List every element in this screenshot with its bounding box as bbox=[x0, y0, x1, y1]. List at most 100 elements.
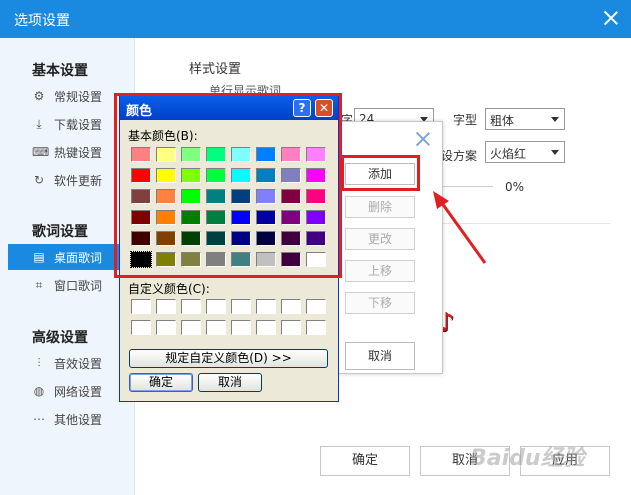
sidebar-item-general[interactable]: ⚙ 常规设置 bbox=[8, 83, 135, 109]
color-swatch[interactable] bbox=[131, 231, 151, 246]
color-swatch[interactable] bbox=[156, 168, 176, 183]
color-swatch[interactable] bbox=[130, 251, 152, 268]
scheme-value: 火焰红 bbox=[490, 147, 527, 161]
custom-color-cell[interactable] bbox=[156, 299, 176, 314]
color-swatch[interactable] bbox=[231, 252, 251, 267]
color-ok-button[interactable]: 确定 bbox=[129, 373, 193, 392]
custom-color-cell[interactable] bbox=[256, 320, 276, 335]
custom-color-cell[interactable] bbox=[231, 299, 251, 314]
color-swatch[interactable] bbox=[131, 168, 151, 183]
sidebar-item-hotkey[interactable]: ⌨ 热键设置 bbox=[8, 139, 135, 165]
custom-color-cell[interactable] bbox=[206, 320, 226, 335]
color-swatch[interactable] bbox=[281, 252, 301, 267]
color-swatch[interactable] bbox=[306, 252, 326, 267]
modify-button[interactable]: 更改 bbox=[345, 228, 415, 250]
color-swatch[interactable] bbox=[181, 210, 201, 225]
color-swatch[interactable] bbox=[256, 168, 276, 183]
color-swatch[interactable] bbox=[206, 168, 226, 183]
custom-color-cell[interactable] bbox=[156, 320, 176, 335]
color-swatch[interactable] bbox=[181, 252, 201, 267]
color-swatch[interactable] bbox=[206, 231, 226, 246]
ok-button[interactable]: 确定 bbox=[320, 446, 410, 476]
color-swatch[interactable] bbox=[306, 147, 326, 162]
custom-color-cell[interactable] bbox=[206, 299, 226, 314]
color-swatch[interactable] bbox=[206, 210, 226, 225]
sidebar-item-sound[interactable]: ⫶ 音效设置 bbox=[8, 350, 135, 376]
color-swatch[interactable] bbox=[156, 231, 176, 246]
help-icon[interactable]: ? bbox=[293, 99, 311, 117]
color-swatch[interactable] bbox=[131, 210, 151, 225]
window-title: 选项设置 bbox=[14, 13, 70, 29]
red-arrow-icon bbox=[433, 191, 487, 264]
color-swatch[interactable] bbox=[231, 189, 251, 204]
color-swatch[interactable] bbox=[156, 147, 176, 162]
color-swatch[interactable] bbox=[256, 210, 276, 225]
custom-color-cell[interactable] bbox=[306, 299, 326, 314]
define-custom-colors-button[interactable]: 规定自定义颜色(D) >> bbox=[129, 349, 328, 368]
custom-color-cell[interactable] bbox=[256, 299, 276, 314]
color-swatch[interactable] bbox=[281, 147, 301, 162]
color-swatch[interactable] bbox=[306, 231, 326, 246]
sidebar-item-network[interactable]: ◍ 网络设置 bbox=[8, 378, 135, 404]
scheme-select[interactable]: 火焰红 bbox=[485, 141, 565, 163]
color-swatch[interactable] bbox=[281, 168, 301, 183]
sidebar-item-label: 网络设置 bbox=[54, 385, 103, 399]
color-swatch[interactable] bbox=[281, 210, 301, 225]
custom-colors-label: 自定义颜色(C): bbox=[128, 282, 210, 296]
sidebar-item-label: 热键设置 bbox=[54, 146, 103, 160]
custom-color-cell[interactable] bbox=[131, 320, 151, 335]
color-swatch[interactable] bbox=[231, 231, 251, 246]
sidebar-item-window-lyrics[interactable]: ⌗ 窗口歌词 bbox=[8, 272, 135, 298]
font-type-value: 粗体 bbox=[490, 114, 515, 128]
sidebar-item-label: 桌面歌词 bbox=[54, 251, 103, 265]
color-swatch[interactable] bbox=[181, 189, 201, 204]
color-swatch[interactable] bbox=[181, 168, 201, 183]
sidebar-item-update[interactable]: ↻ 软件更新 bbox=[8, 167, 135, 193]
custom-color-cell[interactable] bbox=[306, 320, 326, 335]
font-type-select[interactable]: 粗体 bbox=[485, 108, 565, 130]
custom-color-cell[interactable] bbox=[231, 320, 251, 335]
color-swatch[interactable] bbox=[206, 252, 226, 267]
custom-color-cell[interactable] bbox=[281, 320, 301, 335]
color-swatch[interactable] bbox=[206, 189, 226, 204]
color-swatch[interactable] bbox=[131, 189, 151, 204]
color-swatch[interactable] bbox=[256, 252, 276, 267]
color-swatch[interactable] bbox=[156, 252, 176, 267]
custom-color-cell[interactable] bbox=[131, 299, 151, 314]
close-icon[interactable] bbox=[416, 132, 430, 146]
color-swatch[interactable] bbox=[306, 168, 326, 183]
color-swatch[interactable] bbox=[181, 231, 201, 246]
sidebar-item-label: 下载设置 bbox=[54, 118, 103, 132]
color-swatch[interactable] bbox=[181, 147, 201, 162]
close-icon[interactable]: ✕ bbox=[315, 99, 333, 117]
color-swatch[interactable] bbox=[156, 189, 176, 204]
color-swatch[interactable] bbox=[306, 189, 326, 204]
sidebar-item-download[interactable]: ⤓ 下载设置 bbox=[8, 111, 135, 137]
move-up-button[interactable]: 上移 bbox=[345, 260, 415, 282]
custom-color-cell[interactable] bbox=[281, 299, 301, 314]
color-swatch[interactable] bbox=[231, 147, 251, 162]
color-swatch[interactable] bbox=[256, 189, 276, 204]
sidebar-item-other[interactable]: ⋯ 其他设置 bbox=[8, 406, 135, 432]
color-swatch[interactable] bbox=[281, 231, 301, 246]
sidebar-item-desktop-lyrics[interactable]: ▤ 桌面歌词 bbox=[8, 244, 135, 270]
custom-color-cell[interactable] bbox=[181, 299, 201, 314]
color-swatch[interactable] bbox=[131, 147, 151, 162]
color-swatch[interactable] bbox=[256, 231, 276, 246]
color-cancel-button[interactable]: 取消 bbox=[198, 373, 262, 392]
more-icon: ⋯ bbox=[33, 412, 45, 426]
move-down-button[interactable]: 下移 bbox=[345, 292, 415, 314]
close-icon[interactable] bbox=[603, 10, 619, 26]
custom-color-cell[interactable] bbox=[181, 320, 201, 335]
delete-button[interactable]: 删除 bbox=[345, 196, 415, 218]
color-swatch[interactable] bbox=[231, 168, 251, 183]
color-swatch[interactable] bbox=[231, 210, 251, 225]
color-swatch[interactable] bbox=[256, 147, 276, 162]
dialog-cancel-button[interactable]: 取消 bbox=[345, 342, 415, 370]
color-swatch[interactable] bbox=[281, 189, 301, 204]
color-swatch[interactable] bbox=[306, 210, 326, 225]
color-swatch[interactable] bbox=[206, 147, 226, 162]
style-section-title: 样式设置 bbox=[189, 62, 242, 77]
color-swatch[interactable] bbox=[156, 210, 176, 225]
add-button[interactable]: 添加 bbox=[345, 163, 415, 185]
